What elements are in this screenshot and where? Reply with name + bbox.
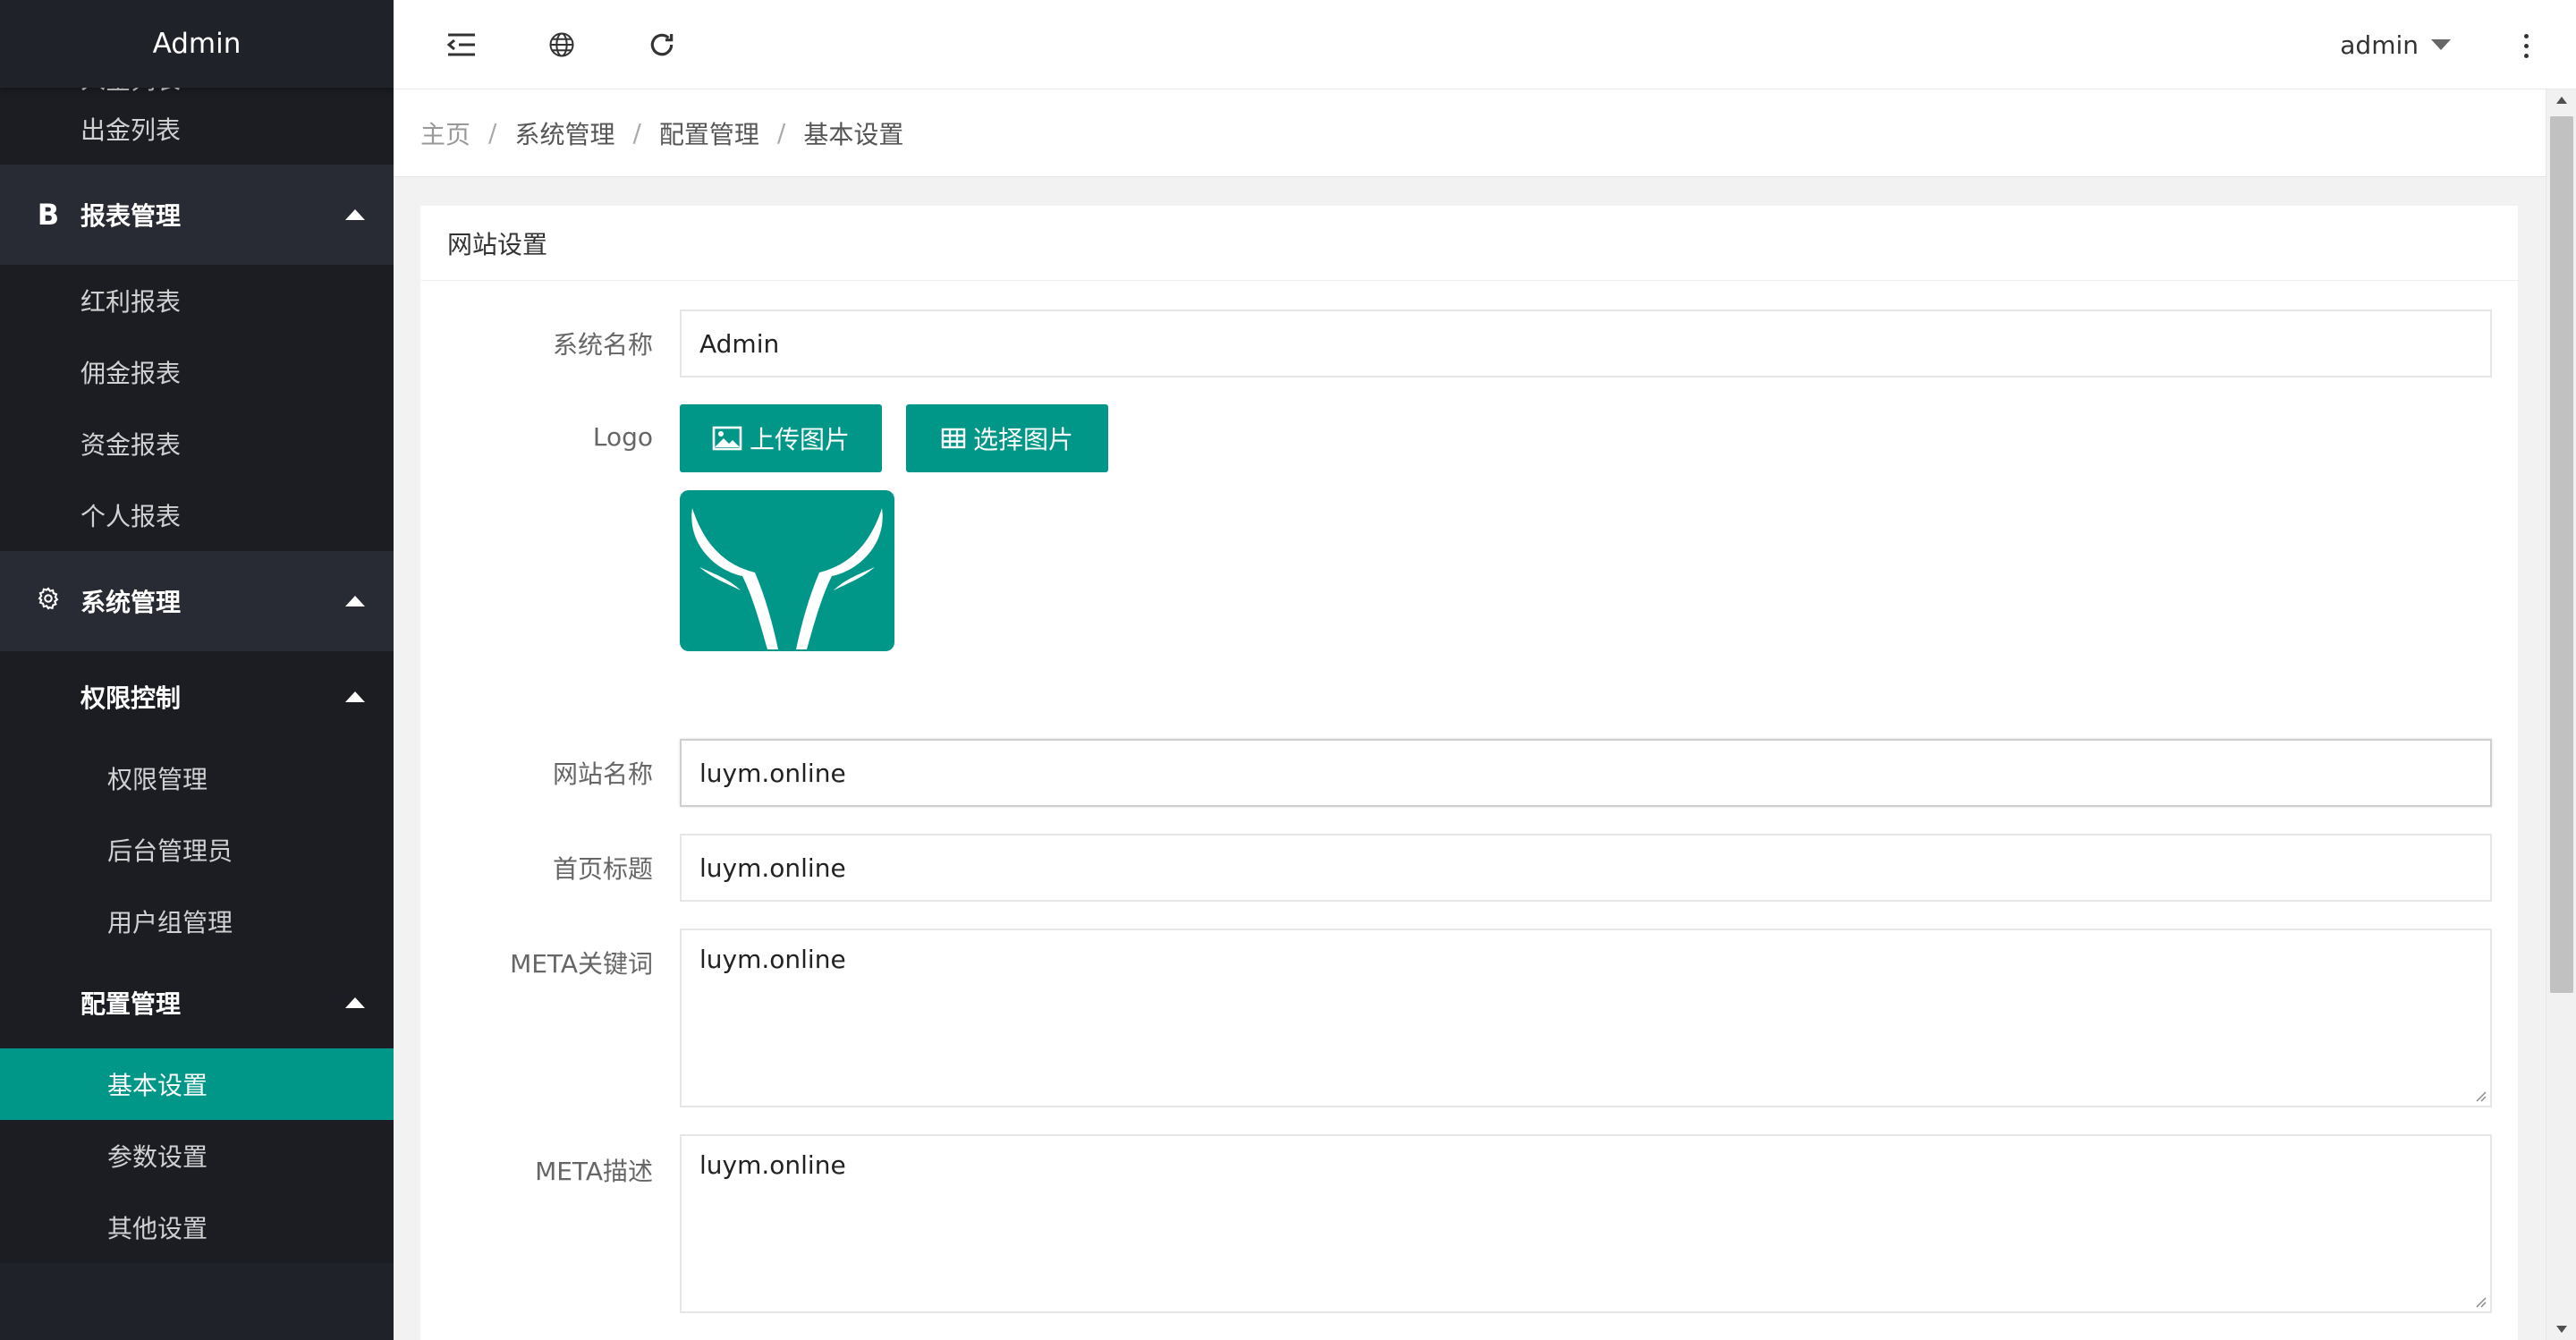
card-title: 网站设置 bbox=[420, 206, 2518, 281]
globe-icon[interactable] bbox=[540, 23, 583, 66]
meta-keywords-label: META关键词 bbox=[510, 949, 653, 979]
breadcrumb-system[interactable]: 系统管理 bbox=[514, 115, 614, 151]
sidebar-menu: 入金列表 出金列表 B 报表管理 红利报表 佣金报表 资金报表 个人报表 bbox=[0, 54, 394, 1263]
page-scrollbar[interactable] bbox=[2546, 89, 2576, 1340]
sidebar-item-label: 资金报表 bbox=[80, 430, 182, 460]
sidebar-item-personal-report[interactable]: 个人报表 bbox=[0, 479, 394, 551]
menu-fold-icon[interactable] bbox=[440, 23, 483, 66]
upload-image-button[interactable]: 上传图片 bbox=[680, 404, 882, 472]
home-title-label: 首页标题 bbox=[552, 854, 653, 884]
sidebar-item-label: 系统管理 bbox=[80, 588, 182, 617]
breadcrumb: 主页 / 系统管理 / 配置管理 / 基本设置 bbox=[394, 89, 2546, 177]
sidebar-item-param-settings[interactable]: 参数设置 bbox=[0, 1120, 394, 1192]
app-logo-title[interactable]: Admin bbox=[0, 0, 394, 88]
sidebar-item-label: 红利报表 bbox=[80, 287, 182, 317]
meta-description-textarea[interactable]: luym.online bbox=[680, 1134, 2492, 1313]
sidebar-item-label: 基本设置 bbox=[107, 1071, 208, 1100]
sidebar-group-config[interactable]: 配置管理 bbox=[0, 957, 394, 1048]
caret-up-icon bbox=[345, 209, 365, 220]
sidebar-item-other-settings[interactable]: 其他设置 bbox=[0, 1192, 394, 1263]
resize-grip-icon[interactable] bbox=[2472, 1088, 2487, 1102]
meta-description-value: luym.online bbox=[699, 1150, 846, 1180]
image-icon bbox=[712, 426, 742, 451]
logo-label: Logo bbox=[592, 422, 653, 452]
caret-up-icon bbox=[345, 691, 365, 702]
sidebar-item-label: 其他设置 bbox=[107, 1214, 208, 1243]
meta-keywords-value: luym.online bbox=[699, 945, 846, 974]
site-name-input[interactable]: luym.online bbox=[680, 739, 2492, 807]
top-header: admin bbox=[394, 0, 2576, 89]
sidebar-item-commission-report[interactable]: 佣金报表 bbox=[0, 336, 394, 408]
meta-description-label: META描述 bbox=[535, 1157, 653, 1186]
home-title-value: luym.online bbox=[699, 852, 846, 883]
sidebar-group-system[interactable]: 系统管理 bbox=[0, 551, 394, 651]
sidebar-item-label: 参数设置 bbox=[107, 1142, 208, 1172]
scroll-up-icon[interactable] bbox=[2556, 97, 2567, 104]
sidebar-item-label: 个人报表 bbox=[80, 502, 182, 531]
bull-logo-icon bbox=[691, 508, 883, 649]
refresh-icon[interactable] bbox=[640, 23, 683, 66]
sidebar-item-user-groups[interactable]: 用户组管理 bbox=[0, 886, 394, 957]
reports-icon: B bbox=[37, 198, 60, 232]
sidebar-item-fund-report[interactable]: 资金报表 bbox=[0, 408, 394, 479]
site-name-value: luym.online bbox=[699, 758, 846, 788]
sidebar-item-label: 出金列表 bbox=[80, 115, 182, 145]
system-name-value: Admin bbox=[699, 328, 780, 359]
caret-up-icon bbox=[345, 997, 365, 1008]
sidebar-item-label: 后台管理员 bbox=[107, 836, 233, 866]
system-name-label: 系统名称 bbox=[552, 330, 653, 360]
sidebar-item-withdraw-list[interactable]: 出金列表 bbox=[0, 93, 394, 165]
sidebar-item-label: 权限管理 bbox=[107, 765, 208, 794]
home-title-input[interactable]: luym.online bbox=[680, 834, 2492, 902]
sidebar-item-label: 用户组管理 bbox=[107, 908, 233, 937]
username: admin bbox=[2340, 30, 2419, 60]
sidebar-item-label: 权限控制 bbox=[80, 683, 182, 713]
sidebar-item-permission-manage[interactable]: 权限管理 bbox=[0, 742, 394, 814]
resize-grip-icon[interactable] bbox=[2472, 1293, 2487, 1308]
sidebar-group-permission[interactable]: 权限控制 bbox=[0, 651, 394, 742]
breadcrumb-separator: / bbox=[632, 118, 641, 148]
sidebar: 入金列表 出金列表 B 报表管理 红利报表 佣金报表 资金报表 个人报表 bbox=[0, 0, 394, 1340]
breadcrumb-separator: / bbox=[488, 118, 497, 148]
user-menu[interactable]: admin bbox=[2340, 0, 2451, 89]
logo-preview-image bbox=[680, 490, 894, 651]
more-vertical-icon[interactable] bbox=[2508, 25, 2544, 66]
breadcrumb-current: 基本设置 bbox=[803, 119, 904, 149]
upload-button-label: 上传图片 bbox=[749, 425, 850, 454]
site-name-label: 网站名称 bbox=[552, 759, 653, 789]
system-name-input[interactable]: Admin bbox=[680, 310, 2492, 377]
sidebar-item-bonus-report[interactable]: 红利报表 bbox=[0, 265, 394, 336]
grid-icon bbox=[941, 428, 966, 449]
select-image-button[interactable]: 选择图片 bbox=[906, 404, 1108, 472]
breadcrumb-home[interactable]: 主页 bbox=[420, 115, 470, 151]
sidebar-item-admins[interactable]: 后台管理员 bbox=[0, 814, 394, 886]
breadcrumb-config[interactable]: 配置管理 bbox=[659, 115, 759, 151]
sidebar-item-label: 配置管理 bbox=[80, 989, 182, 1019]
caret-up-icon bbox=[345, 596, 365, 606]
caret-down-icon bbox=[2431, 39, 2451, 50]
scrollbar-thumb[interactable] bbox=[2550, 116, 2573, 993]
meta-keywords-textarea[interactable]: luym.online bbox=[680, 929, 2492, 1107]
select-button-label: 选择图片 bbox=[972, 425, 1073, 454]
sidebar-group-reports[interactable]: B 报表管理 bbox=[0, 165, 394, 265]
sidebar-item-basic-settings[interactable]: 基本设置 bbox=[0, 1048, 394, 1120]
scroll-down-icon[interactable] bbox=[2556, 1326, 2567, 1333]
gear-icon bbox=[34, 584, 63, 618]
breadcrumb-separator: / bbox=[776, 118, 786, 148]
sidebar-item-label: 报表管理 bbox=[80, 201, 182, 231]
sidebar-item-label: 佣金报表 bbox=[80, 359, 182, 388]
